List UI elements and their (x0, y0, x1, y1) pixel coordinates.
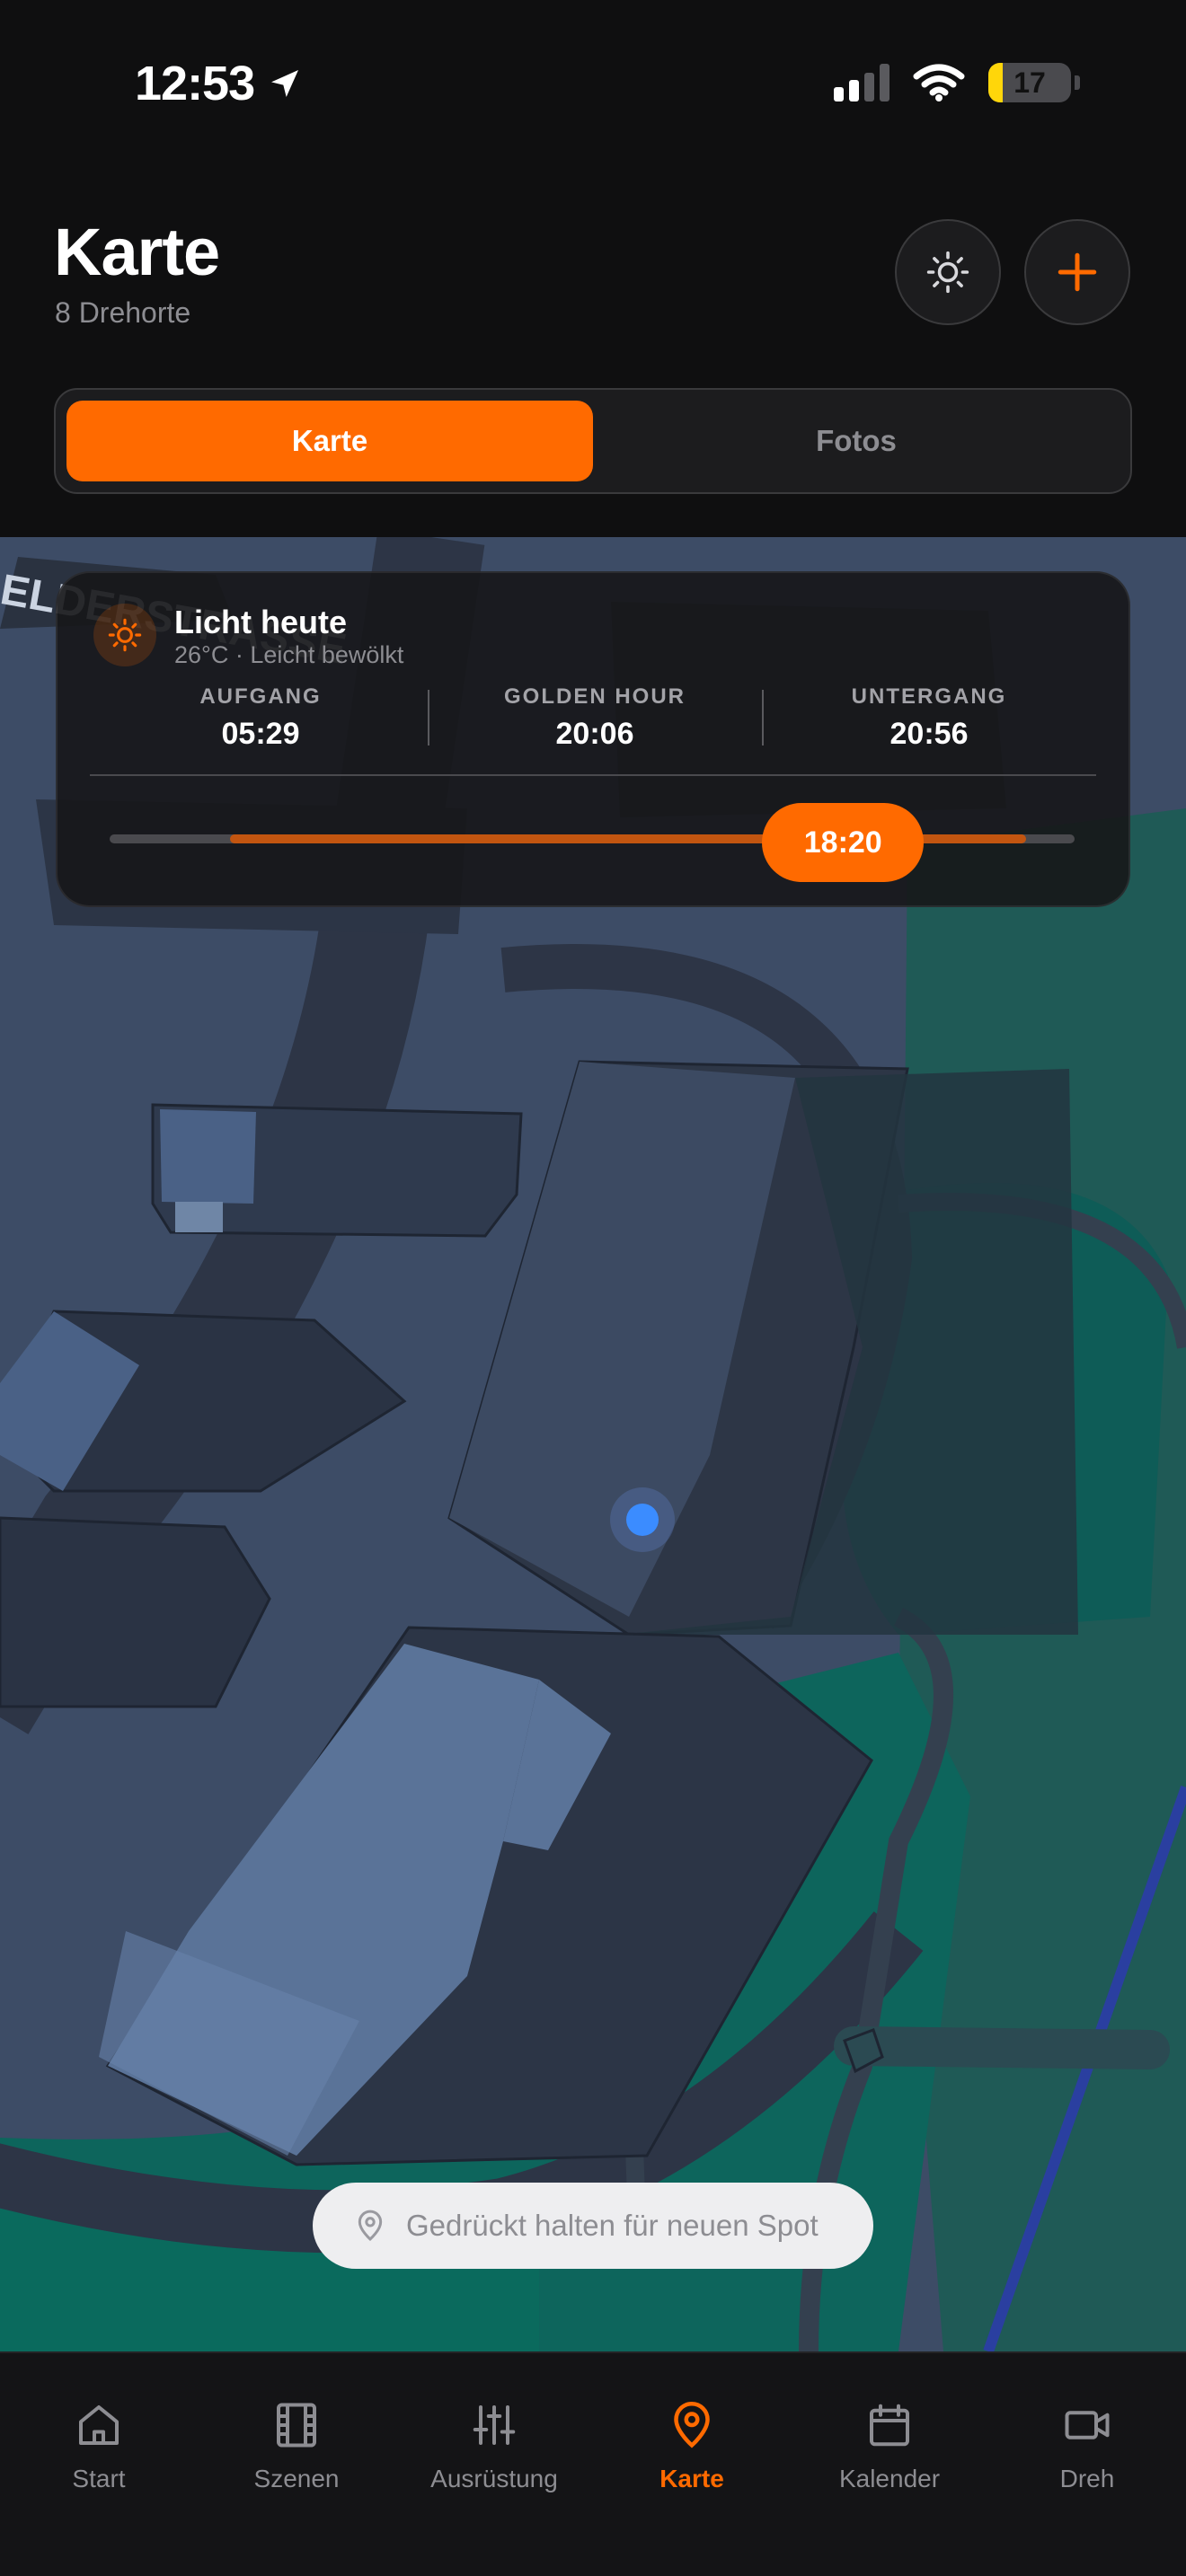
clock-text: 12:53 (135, 57, 255, 110)
stat-label: UNTERGANG (851, 684, 1007, 709)
sun-icon (926, 251, 969, 294)
sun-badge (93, 604, 156, 666)
tab-dreh[interactable]: Dreh (988, 2353, 1186, 2576)
tab-ausruestung[interactable]: Ausrüstung (395, 2353, 593, 2576)
map-pin-icon (674, 2402, 710, 2448)
long-press-hint: Gedrückt halten für neuen Spot (313, 2183, 873, 2269)
tab-label: Karte (659, 2465, 724, 2492)
stat-value: 05:29 (221, 717, 300, 751)
map-pin-icon (358, 2210, 383, 2242)
add-spot-button[interactable] (1024, 219, 1130, 325)
tab-szenen[interactable]: Szenen (198, 2353, 395, 2576)
view-segmented-control: Karte Fotos (54, 388, 1132, 494)
sun-icon (108, 618, 142, 652)
segment-karte[interactable]: Karte (66, 401, 593, 481)
battery-percent: 17 (1013, 66, 1046, 99)
tab-kalender[interactable]: Kalender (791, 2353, 988, 2576)
home-icon (79, 2405, 119, 2445)
stat-label: AUFGANG (199, 684, 322, 709)
tab-label: Kalender (838, 2465, 941, 2492)
page-subtitle: 8 Drehorte (55, 296, 191, 329)
tab-karte[interactable]: Karte (593, 2353, 791, 2576)
tab-label: Szenen (253, 2465, 340, 2492)
film-icon (277, 2403, 316, 2448)
video-icon (1065, 2411, 1110, 2439)
battery-icon: 17 (988, 63, 1071, 102)
tab-label: Ausrüstung (430, 2465, 558, 2492)
time-slider-thumb[interactable]: 18:20 (762, 803, 925, 882)
segment-fotos[interactable]: Fotos (593, 401, 1120, 481)
plus-icon (1058, 252, 1097, 292)
calendar-icon (870, 2404, 909, 2447)
wifi-icon (913, 64, 965, 101)
location-arrow-icon (271, 70, 299, 97)
hint-text: Gedrückt halten für neuen Spot (406, 2209, 819, 2242)
battery-cap (1075, 75, 1080, 90)
stat-sunset: UNTERGANG 20:56 (762, 679, 1096, 760)
tab-label: Dreh (1059, 2465, 1115, 2492)
tab-start[interactable]: Start (0, 2353, 198, 2576)
stat-label: GOLDEN HOUR (504, 684, 686, 709)
sliders-icon (473, 2405, 516, 2445)
light-button[interactable] (895, 219, 1001, 325)
page-title: Karte (54, 215, 220, 289)
tab-label: Start (72, 2465, 126, 2492)
signal-icon (834, 64, 890, 101)
light-card: Licht heute 26°C · Leicht bewölkt AUFGAN… (56, 571, 1130, 907)
tab-bar: Start Szenen Ausrüstung Karte Kalender D… (0, 2351, 1186, 2576)
card-divider (90, 774, 1096, 776)
status-bar: 12:53 17 (0, 0, 1186, 171)
light-card-title: Licht heute (174, 604, 348, 640)
status-icons: 17 (834, 63, 1080, 102)
status-time: 12:53 (135, 56, 303, 111)
stat-value: 20:06 (555, 717, 634, 751)
time-slider-track[interactable] (110, 834, 1075, 843)
light-stats: AUFGANG 05:29 GOLDEN HOUR 20:06 UNTERGAN… (93, 679, 1096, 760)
weather-text: 26°C · Leicht bewölkt (174, 641, 404, 668)
stat-value: 20:56 (890, 717, 969, 751)
stat-golden-hour: GOLDEN HOUR 20:06 (428, 679, 762, 760)
stat-sunrise: AUFGANG 05:29 (93, 679, 428, 760)
